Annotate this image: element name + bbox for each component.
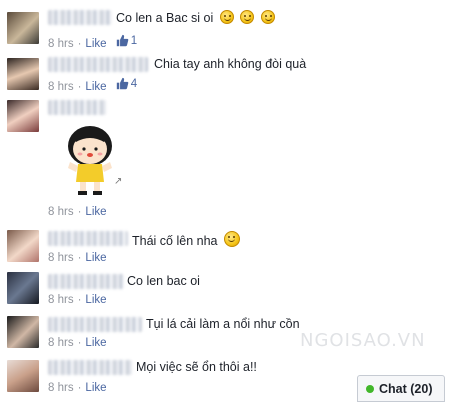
avatar[interactable] xyxy=(7,100,39,132)
comment-text: Tụi lá cải làm a nổi như cồn xyxy=(146,317,300,331)
watermark: NGOISAO.VN xyxy=(300,330,426,351)
chat-label: Chat (20) xyxy=(379,381,433,396)
thumbs-up-icon xyxy=(116,77,129,90)
comment-meta: 8 hrs · Like 1 xyxy=(48,34,138,51)
avatar[interactable] xyxy=(7,272,39,304)
avatar[interactable] xyxy=(7,316,39,348)
comment-text-content: Co len a Bac si oi xyxy=(116,11,214,25)
like-link[interactable]: Like xyxy=(85,337,106,349)
timestamp[interactable]: 8 hrs xyxy=(48,81,74,93)
comment-text: Co len bac oi xyxy=(127,274,200,288)
commenter-name[interactable] xyxy=(48,100,106,115)
avatar[interactable] xyxy=(7,58,39,90)
comment-meta: 8 hrs · Like xyxy=(48,337,107,349)
comment-meta: 8 hrs · Like xyxy=(48,382,107,394)
like-link[interactable]: Like xyxy=(85,294,106,306)
smiley-emoji-icon xyxy=(219,10,234,24)
like-link[interactable]: Like xyxy=(85,81,106,93)
comment-text: Chia tay anh không đòi quà xyxy=(154,57,307,71)
comment-text: Mọi việc sẽ ổn thôi a!! xyxy=(136,360,257,374)
yellow-shirt-girl-sticker xyxy=(68,126,112,195)
commenter-name[interactable] xyxy=(48,317,142,332)
commenter-name[interactable] xyxy=(48,10,112,25)
comment-meta: 8 hrs · Like 4 xyxy=(48,77,138,94)
timestamp[interactable]: 8 hrs xyxy=(48,382,74,394)
like-count[interactable]: 4 xyxy=(116,77,137,90)
like-link[interactable]: Like xyxy=(85,206,106,218)
timestamp[interactable]: 8 hrs xyxy=(48,38,74,50)
commenter-name[interactable] xyxy=(48,231,128,246)
comment-meta: 8 hrs · Like xyxy=(48,206,107,218)
timestamp[interactable]: 8 hrs xyxy=(48,294,74,306)
commenter-name[interactable] xyxy=(48,274,124,289)
smiley-emoji-icon xyxy=(223,231,240,247)
timestamp[interactable]: 8 hrs xyxy=(48,337,74,349)
timestamp[interactable]: 8 hrs xyxy=(48,206,74,218)
smiley-emoji-icon xyxy=(260,10,275,24)
sticker-arrow-icon: ↗ xyxy=(114,176,123,187)
online-dot-icon xyxy=(366,384,374,393)
smiley-emoji-icon xyxy=(240,10,255,24)
commenter-name[interactable] xyxy=(48,57,148,72)
avatar[interactable] xyxy=(7,12,39,44)
comment-text: Thái cố lên nha xyxy=(132,231,240,248)
comment-text: Co len a Bac si oi xyxy=(116,10,275,25)
like-link[interactable]: Like xyxy=(85,252,106,264)
comment-text-content: Thái cố lên nha xyxy=(132,234,218,248)
like-link[interactable]: Like xyxy=(85,38,106,50)
commenter-name[interactable] xyxy=(48,360,132,375)
avatar[interactable] xyxy=(7,230,39,262)
comment-meta: 8 hrs · Like xyxy=(48,294,107,306)
thumbs-up-icon xyxy=(116,34,129,47)
avatar[interactable] xyxy=(7,360,39,392)
comment-meta: 8 hrs · Like xyxy=(48,252,107,264)
like-count[interactable]: 1 xyxy=(116,34,137,47)
chat-button[interactable]: Chat (20) xyxy=(357,375,445,402)
timestamp[interactable]: 8 hrs xyxy=(48,252,74,264)
like-link[interactable]: Like xyxy=(85,382,106,394)
